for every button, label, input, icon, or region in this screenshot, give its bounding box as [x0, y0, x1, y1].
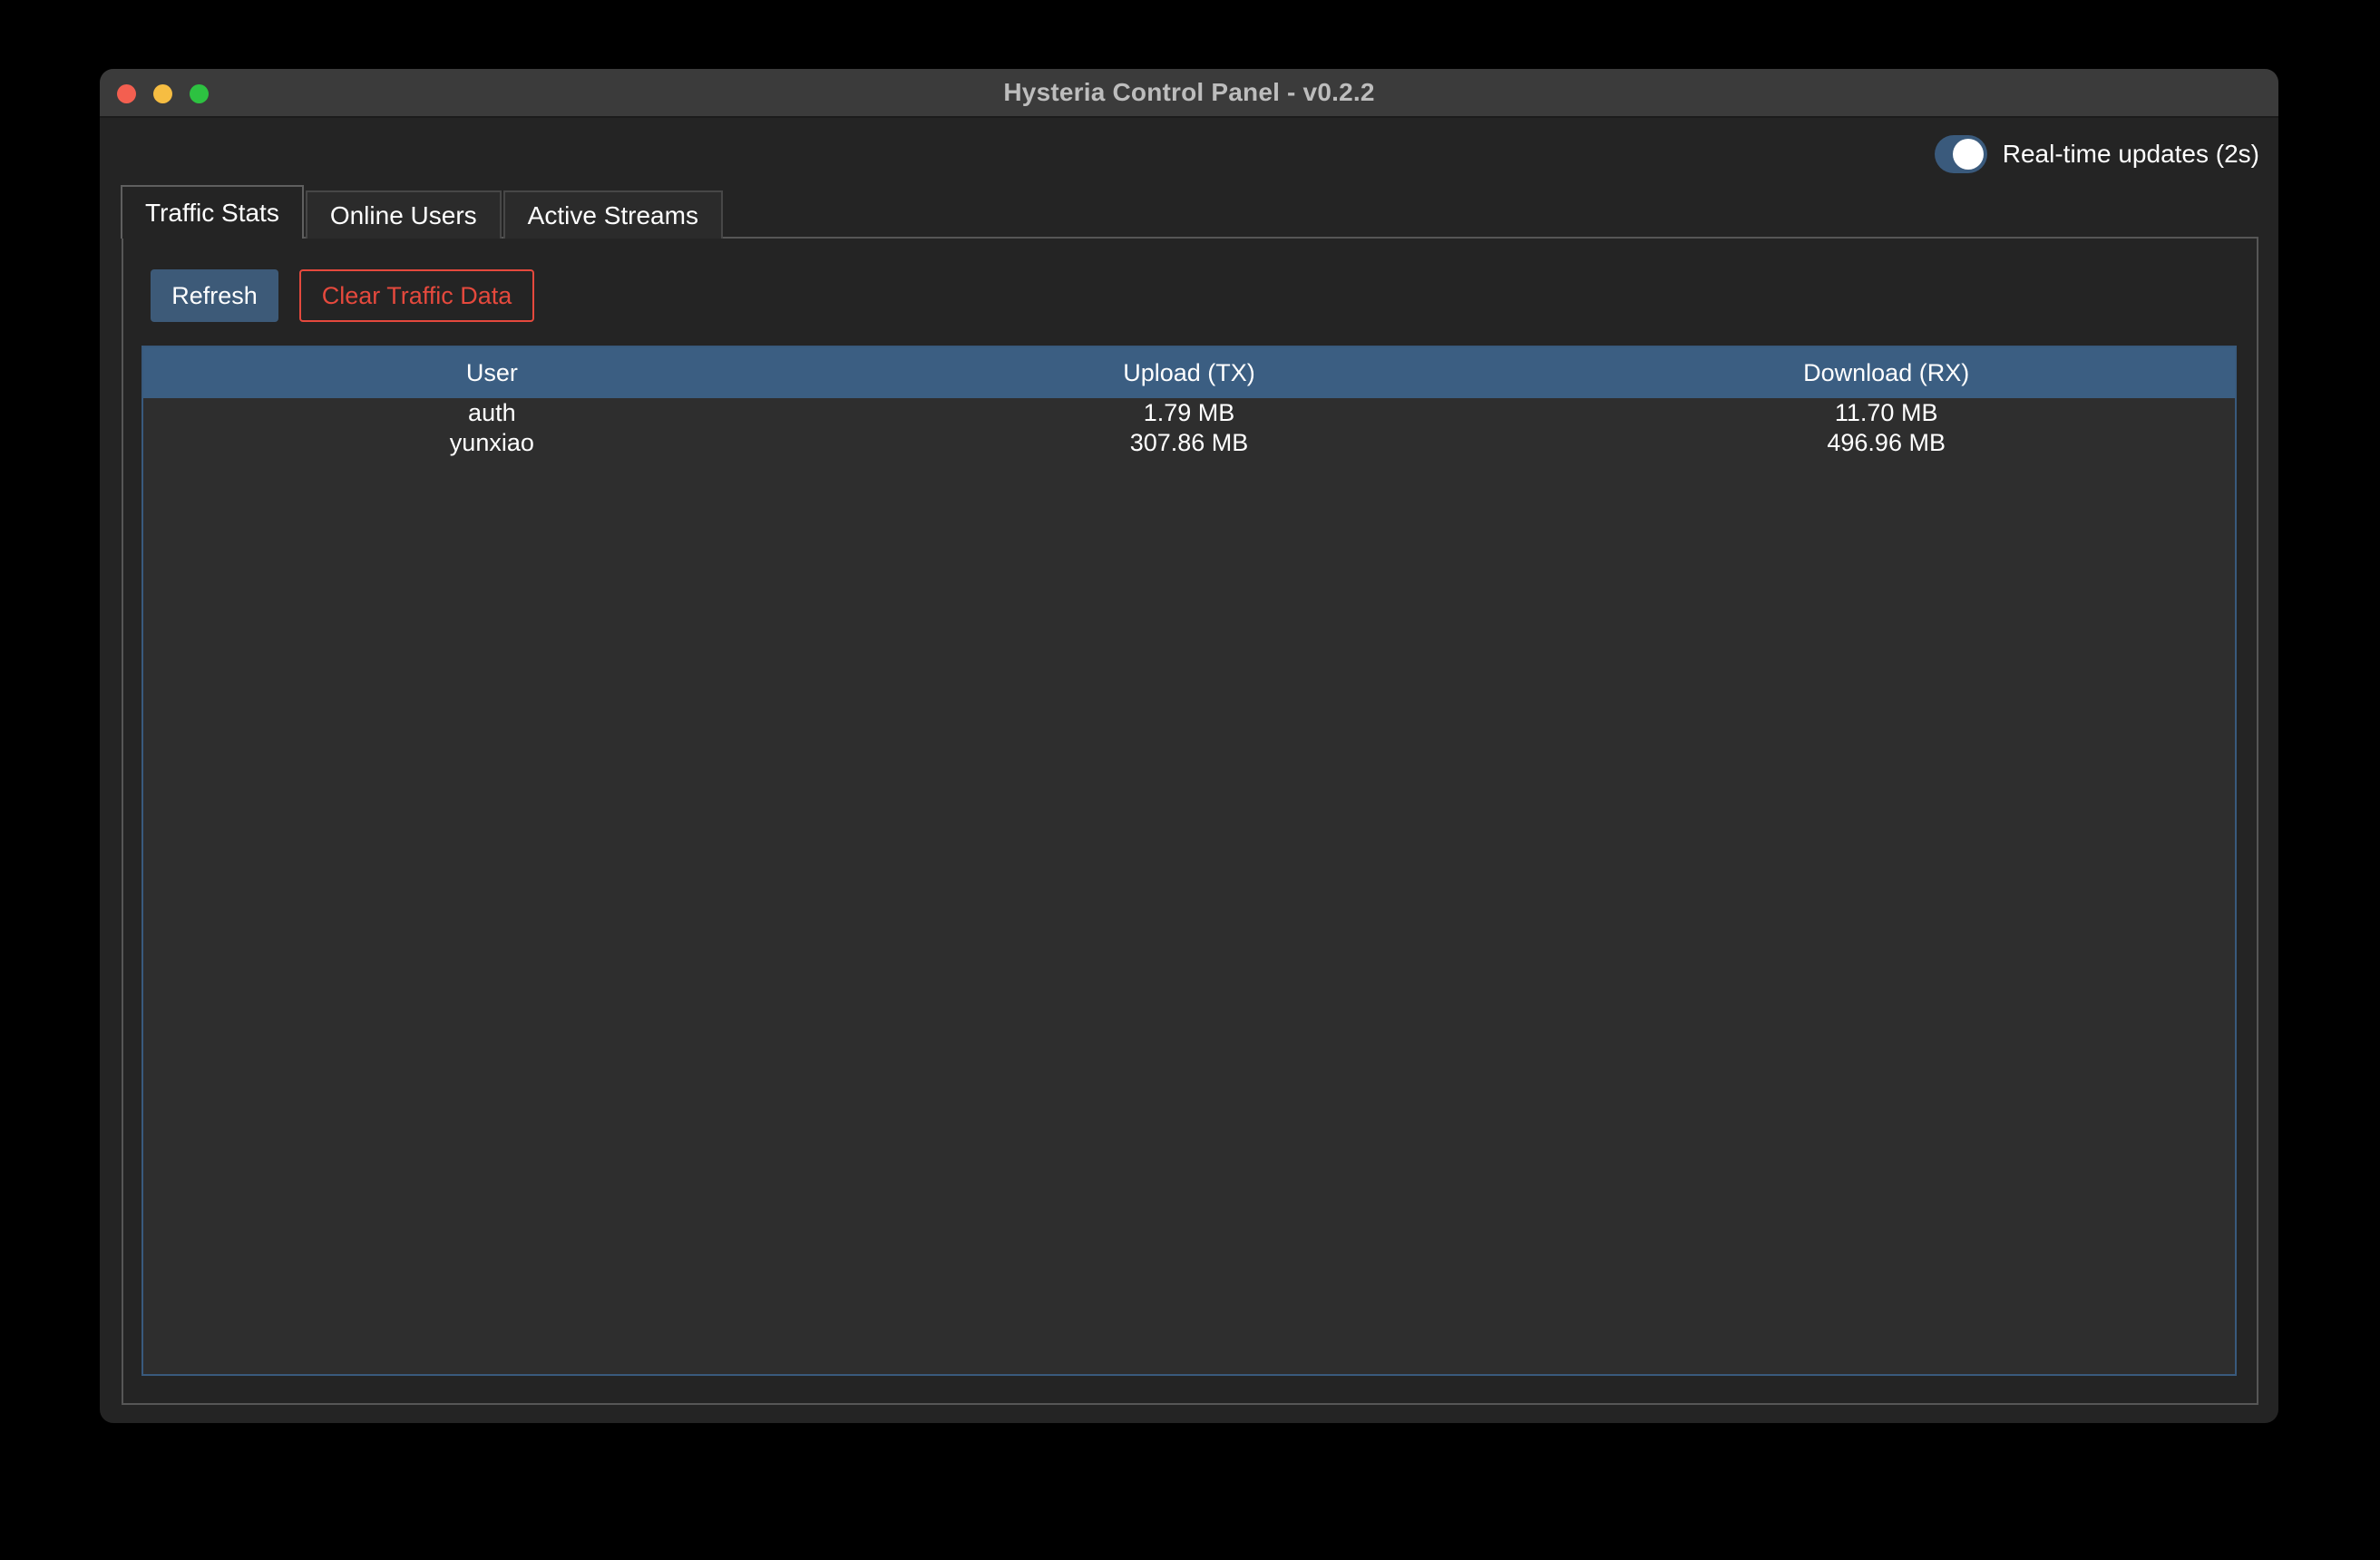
cell-upload: 1.79 MB	[841, 398, 1538, 428]
traffic-stats-table: User Upload (TX) Download (RX) auth 1.79…	[141, 346, 2237, 1376]
close-button-icon[interactable]	[117, 84, 136, 103]
cell-user: auth	[143, 398, 841, 428]
realtime-toggle-label: Real-time updates (2s)	[2003, 140, 2259, 169]
tab-active-streams[interactable]: Active Streams	[503, 190, 723, 239]
window-title: Hysteria Control Panel - v0.2.2	[1003, 78, 1374, 107]
table-row[interactable]: yunxiao 307.86 MB 496.96 MB	[143, 428, 2235, 458]
cell-download: 11.70 MB	[1537, 398, 2235, 428]
column-header-user[interactable]: User	[143, 347, 841, 398]
column-header-upload-tx[interactable]: Upload (TX)	[841, 347, 1538, 398]
zoom-button-icon[interactable]	[190, 84, 209, 103]
cell-user: yunxiao	[143, 428, 841, 458]
table-header-row: User Upload (TX) Download (RX)	[143, 347, 2235, 398]
minimize-button-icon[interactable]	[153, 84, 172, 103]
cell-upload: 307.86 MB	[841, 428, 1538, 458]
table-row[interactable]: auth 1.79 MB 11.70 MB	[143, 398, 2235, 428]
realtime-toggle[interactable]	[1935, 135, 1987, 173]
clear-traffic-data-button[interactable]: Clear Traffic Data	[299, 269, 534, 322]
app-window: Hysteria Control Panel - v0.2.2 Real-tim…	[100, 69, 2278, 1423]
realtime-updates-control: Real-time updates (2s)	[1935, 134, 2259, 174]
tab-online-users[interactable]: Online Users	[306, 190, 502, 239]
refresh-button[interactable]: Refresh	[151, 269, 278, 322]
cell-download: 496.96 MB	[1537, 428, 2235, 458]
titlebar: Hysteria Control Panel - v0.2.2	[100, 69, 2278, 118]
traffic-lights	[117, 69, 209, 118]
column-header-download-rx[interactable]: Download (RX)	[1537, 347, 2235, 398]
tab-traffic-stats[interactable]: Traffic Stats	[121, 185, 304, 239]
toggle-knob-icon	[1953, 139, 1984, 170]
table-body: auth 1.79 MB 11.70 MB yunxiao 307.86 MB …	[143, 398, 2235, 458]
tab-bar: Traffic Stats Online Users Active Stream…	[121, 185, 723, 239]
